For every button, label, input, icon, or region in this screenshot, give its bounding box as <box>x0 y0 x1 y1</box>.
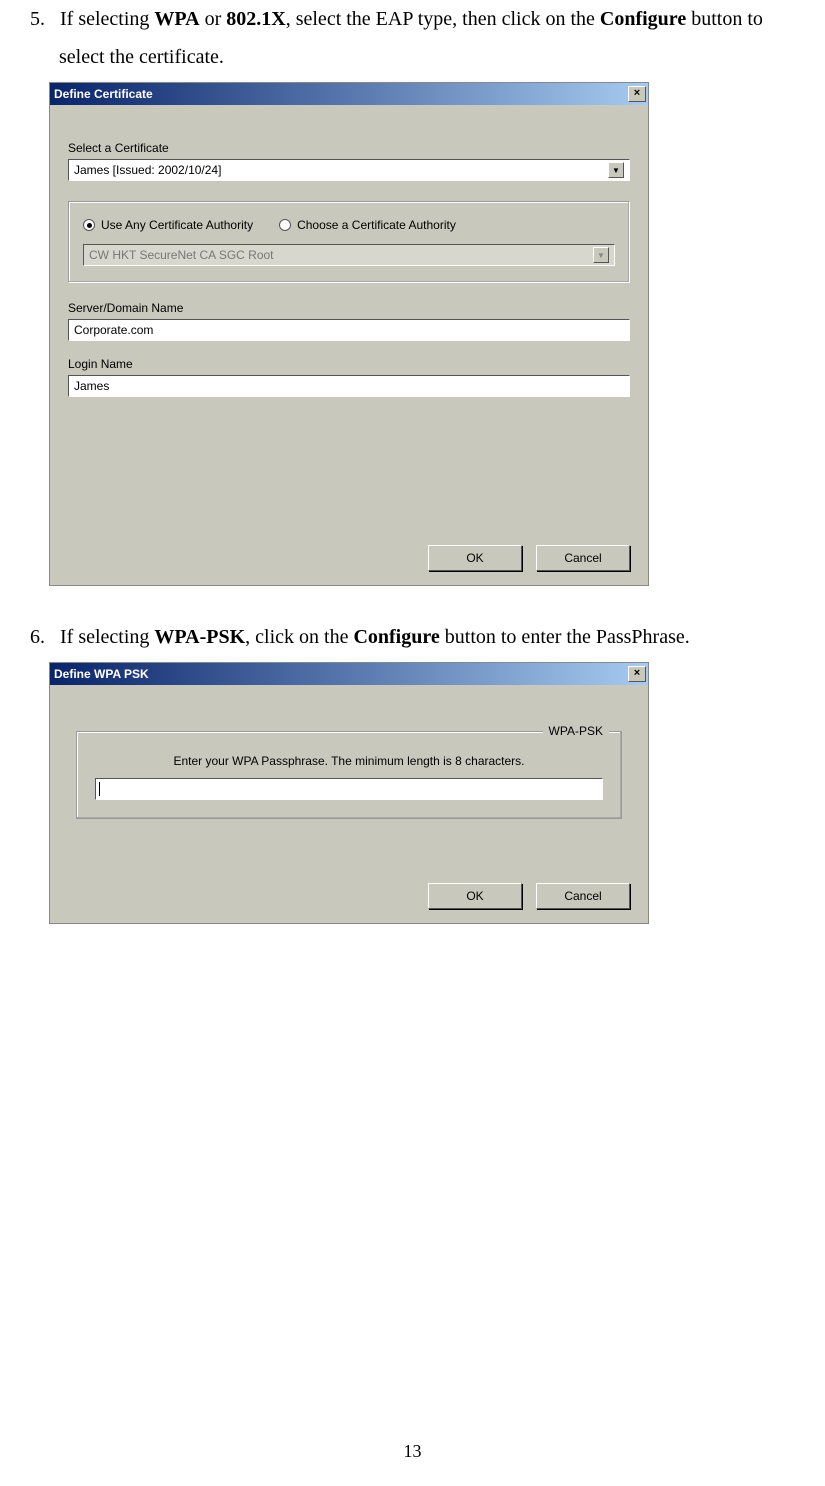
step6-text: 6. If selecting WPA-PSK, click on the Co… <box>49 618 805 656</box>
login-value: James <box>74 379 109 393</box>
step6-num: 6. <box>30 626 45 648</box>
chevron-down-icon[interactable]: ▼ <box>608 162 624 178</box>
button-row: OK Cancel <box>68 545 630 571</box>
radio-circle-icon <box>279 219 291 231</box>
select-cert-dropdown[interactable]: James [Issued: 2002/10/24] ▼ <box>68 159 630 181</box>
ca-dropdown: CW HKT SecureNet CA SGC Root ▼ <box>83 244 615 266</box>
ca-groupbox: Use Any Certificate Authority Choose a C… <box>68 201 630 283</box>
ok-button[interactable]: OK <box>428 545 522 571</box>
dialog-body: Select a Certificate James [Issued: 2002… <box>50 105 648 585</box>
titlebar: Define WPA PSK × <box>50 663 648 685</box>
ca-value: CW HKT SecureNet CA SGC Root <box>89 248 274 262</box>
ca-radio-row: Use Any Certificate Authority Choose a C… <box>83 218 615 232</box>
psk-instruction: Enter your WPA Passphrase. The minimum l… <box>95 754 603 768</box>
step6-post: button to enter the PassPhrase. <box>440 626 690 648</box>
step5-configure: Configure <box>600 8 686 30</box>
login-input[interactable]: James <box>68 375 630 397</box>
cancel-button[interactable]: Cancel <box>536 883 630 909</box>
close-button[interactable]: × <box>628 86 646 102</box>
step6-configure: Configure <box>353 626 439 648</box>
psk-groupbox: WPA-PSK Enter your WPA Passphrase. The m… <box>76 731 622 819</box>
text-cursor-icon <box>99 782 100 796</box>
titlebar-text: Define WPA PSK <box>54 667 149 681</box>
step5-num: 5. <box>30 8 45 30</box>
step6-wpapsk: WPA-PSK <box>154 626 245 648</box>
titlebar: Define Certificate × <box>50 83 648 105</box>
login-label: Login Name <box>68 357 630 371</box>
titlebar-text: Define Certificate <box>54 87 153 101</box>
close-button[interactable]: × <box>628 666 646 682</box>
radio-choose-ca[interactable]: Choose a Certificate Authority <box>279 218 456 232</box>
cancel-button[interactable]: Cancel <box>536 545 630 571</box>
step5-pre: If selecting <box>60 8 154 30</box>
button-row: OK Cancel <box>68 883 630 909</box>
server-input[interactable]: Corporate.com <box>68 319 630 341</box>
chevron-down-icon: ▼ <box>593 247 609 263</box>
radio-use-any[interactable]: Use Any Certificate Authority <box>83 218 253 232</box>
define-wpa-psk-dialog: Define WPA PSK × WPA-PSK Enter your WPA … <box>49 662 649 924</box>
server-label: Server/Domain Name <box>68 301 630 315</box>
server-value: Corporate.com <box>74 323 153 337</box>
radio2-label: Choose a Certificate Authority <box>297 218 456 232</box>
psk-input[interactable] <box>95 778 603 800</box>
select-cert-label: Select a Certificate <box>68 141 630 155</box>
ok-button[interactable]: OK <box>428 883 522 909</box>
page-number: 13 <box>0 1441 825 1462</box>
step5-wpa: WPA <box>154 8 199 30</box>
radio-circle-icon <box>83 219 95 231</box>
radio1-label: Use Any Certificate Authority <box>101 218 253 232</box>
step6-pre: If selecting <box>60 626 154 648</box>
step5-text: 5. If selecting WPA or 802.1X, select th… <box>49 0 805 76</box>
step5-dot1x: 802.1X <box>226 8 285 30</box>
psk-legend: WPA-PSK <box>543 724 609 738</box>
define-certificate-dialog: Define Certificate × Select a Certificat… <box>49 82 649 586</box>
select-cert-value: James [Issued: 2002/10/24] <box>74 163 221 177</box>
step5-or: or <box>200 8 227 30</box>
dialog-body: WPA-PSK Enter your WPA Passphrase. The m… <box>50 685 648 923</box>
step6-mid: , click on the <box>245 626 353 648</box>
step5-mid: , select the EAP type, then click on the <box>286 8 600 30</box>
